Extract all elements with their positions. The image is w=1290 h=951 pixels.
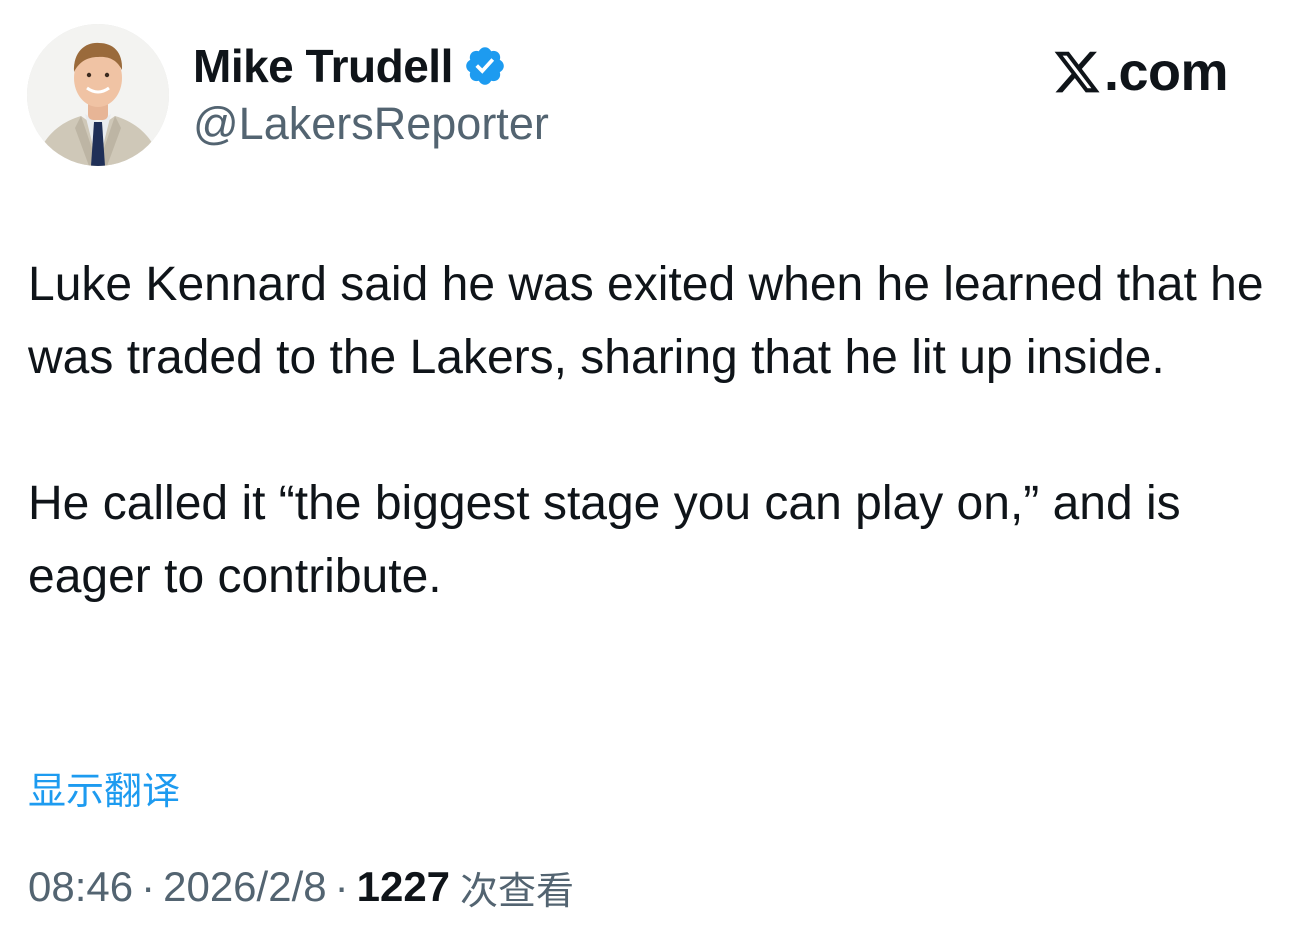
tweet-time[interactable]: 08:46 — [28, 863, 133, 911]
tweet-metadata: 08:46 · 2026/2/8 · 1227 次查看 — [28, 858, 574, 916]
brand-watermark: .com — [1052, 42, 1229, 102]
tweet-text: Luke Kennard said he was exited when he … — [28, 248, 1268, 613]
tweet-paragraph: He called it “the biggest stage you can … — [28, 477, 1181, 603]
meta-separator: · — [334, 863, 349, 910]
author-name-row[interactable]: Mike Trudell — [193, 38, 507, 94]
views-label: 次查看 — [460, 868, 575, 913]
views-count[interactable]: 1227 — [357, 863, 450, 911]
tweet-date[interactable]: 2026/2/8 — [163, 863, 327, 911]
show-translation-link[interactable]: 显示翻译 — [28, 760, 180, 815]
tweet-paragraph: Luke Kennard said he was exited when he … — [28, 258, 1264, 384]
meta-separator: · — [141, 863, 156, 910]
author-handle[interactable]: @LakersReporter — [193, 98, 549, 150]
author-display-name[interactable]: Mike Trudell — [193, 39, 453, 93]
avatar[interactable] — [27, 24, 169, 166]
avatar-image — [27, 24, 169, 166]
tweet-card: Mike Trudell @LakersReporter .com Luke K… — [0, 0, 1290, 951]
verified-badge-icon — [463, 44, 507, 88]
brand-domain-label: .com — [1104, 42, 1229, 102]
x-logo-icon — [1054, 51, 1100, 93]
